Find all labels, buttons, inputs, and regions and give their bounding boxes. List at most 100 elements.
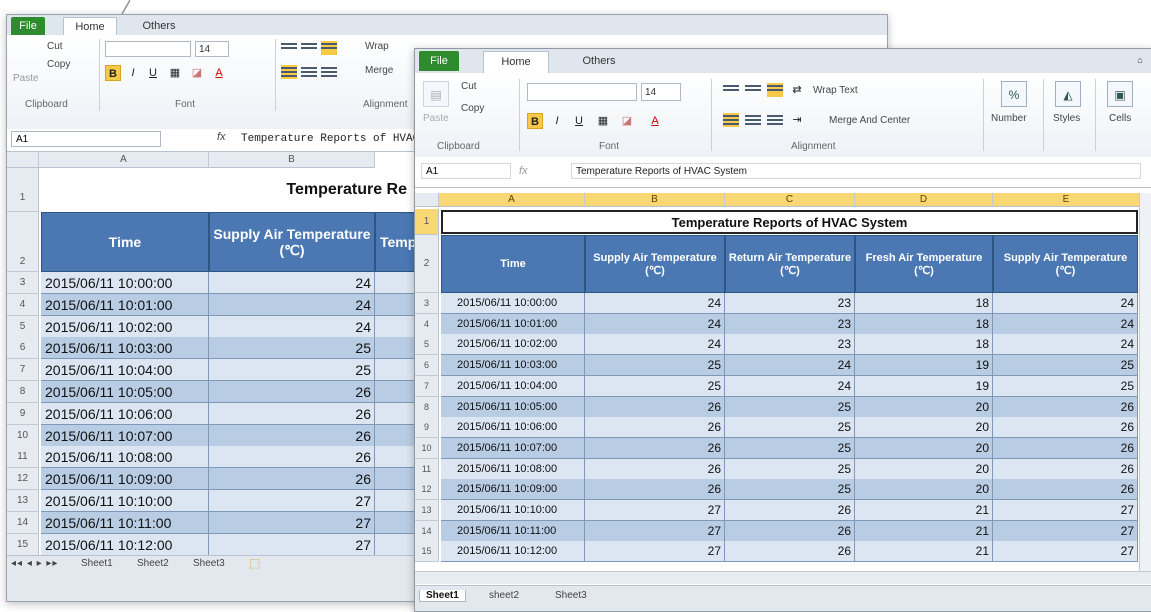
row-header[interactable]: 10: [7, 424, 39, 447]
return-air-cell[interactable]: [375, 468, 415, 491]
fresh-air-cell[interactable]: 18: [855, 334, 993, 356]
supply-air-cell[interactable]: 26: [585, 437, 725, 459]
column-header-e[interactable]: E: [993, 193, 1140, 207]
supply-air-cell[interactable]: 25: [585, 375, 725, 397]
supply-air-2-cell[interactable]: 26: [993, 437, 1138, 459]
column-header-b[interactable]: B: [209, 152, 375, 168]
fresh-air-cell[interactable]: 18: [855, 313, 993, 335]
return-air-cell[interactable]: [375, 424, 415, 447]
new-sheet-icon[interactable]: ⬚: [249, 556, 260, 570]
italic-button[interactable]: I: [549, 113, 565, 129]
time-cell[interactable]: 2015/06/11 10:11:00: [41, 511, 209, 534]
copy-button[interactable]: Copy: [461, 103, 484, 114]
row-header[interactable]: 7: [415, 375, 439, 397]
sheet-tab-1[interactable]: Sheet1: [81, 558, 113, 569]
time-cell[interactable]: 2015/06/11 10:12:00: [441, 541, 585, 563]
align-middle-icon[interactable]: [745, 83, 761, 97]
row-header[interactable]: 8: [415, 396, 439, 418]
supply-air-2-cell[interactable]: 27: [993, 500, 1138, 521]
sheet-tab-3[interactable]: Sheet3: [555, 590, 587, 601]
row-header[interactable]: 2: [7, 212, 39, 272]
align-left-icon[interactable]: [723, 113, 739, 127]
return-air-cell[interactable]: [375, 533, 415, 556]
supply-air-cell[interactable]: 27: [209, 533, 375, 556]
return-air-cell[interactable]: [375, 315, 415, 338]
select-all-corner[interactable]: [7, 152, 39, 168]
supply-air-cell[interactable]: 27: [585, 541, 725, 563]
fill-color-icon[interactable]: ◪: [189, 65, 205, 81]
row-header[interactable]: 11: [7, 446, 39, 469]
bold-button[interactable]: B: [105, 65, 121, 81]
return-air-cell[interactable]: [375, 490, 415, 512]
return-air-cell[interactable]: 24: [725, 375, 855, 397]
return-air-cell[interactable]: [375, 402, 415, 425]
supply-air-cell[interactable]: 26: [585, 479, 725, 501]
return-air-cell[interactable]: 25: [725, 417, 855, 439]
paste-button[interactable]: Paste: [423, 113, 449, 124]
fresh-air-cell[interactable]: 20: [855, 458, 993, 480]
supply-air-cell[interactable]: 27: [585, 500, 725, 521]
row-header[interactable]: 14: [415, 520, 439, 542]
tab-home[interactable]: Home: [63, 17, 117, 36]
return-air-cell[interactable]: [375, 337, 415, 360]
sheet-tab-1[interactable]: Sheet1: [419, 590, 466, 602]
time-cell[interactable]: 2015/06/11 10:10:00: [441, 500, 585, 521]
time-cell[interactable]: 2015/06/11 10:06:00: [441, 417, 585, 439]
wrap-text-button[interactable]: Wrap: [365, 41, 389, 52]
time-cell[interactable]: 2015/06/11 10:05:00: [441, 396, 585, 418]
styles-button[interactable]: Styles: [1053, 113, 1080, 124]
row-header[interactable]: 1: [415, 209, 439, 235]
time-cell[interactable]: 2015/06/11 10:08:00: [41, 446, 209, 469]
supply-air-2-cell[interactable]: 25: [993, 375, 1138, 397]
fresh-air-cell[interactable]: 20: [855, 479, 993, 501]
return-air-cell[interactable]: 25: [725, 479, 855, 501]
return-air-cell[interactable]: [375, 272, 415, 294]
supply-air-cell[interactable]: 24: [585, 313, 725, 335]
paste-button[interactable]: Paste: [13, 73, 39, 84]
border-icon[interactable]: ▦: [167, 65, 183, 81]
supply-air-2-cell[interactable]: 27: [993, 541, 1138, 563]
row-header[interactable]: 3: [415, 293, 439, 314]
row-header[interactable]: 15: [415, 541, 439, 563]
fresh-air-cell[interactable]: 20: [855, 437, 993, 459]
row-header[interactable]: 7: [7, 359, 39, 382]
number-format-icon[interactable]: %: [1001, 81, 1027, 107]
supply-air-cell[interactable]: 27: [209, 511, 375, 534]
font-size-box[interactable]: 14: [195, 41, 229, 57]
supply-air-cell[interactable]: 26: [209, 424, 375, 447]
time-cell[interactable]: 2015/06/11 10:12:00: [41, 533, 209, 556]
supply-air-cell[interactable]: 26: [585, 396, 725, 418]
supply-air-cell[interactable]: 24: [209, 272, 375, 294]
cells-icon[interactable]: ▣: [1107, 81, 1133, 107]
vertical-scrollbar[interactable]: [1139, 193, 1151, 571]
tab-others[interactable]: Others: [567, 51, 631, 72]
sheet-tab-2[interactable]: Sheet2: [137, 558, 169, 569]
row-header[interactable]: 6: [415, 355, 439, 377]
row-header[interactable]: 15: [7, 533, 39, 556]
column-header-d[interactable]: D: [855, 193, 993, 207]
column-header-a[interactable]: A: [39, 152, 209, 168]
return-air-cell[interactable]: [375, 293, 415, 316]
select-all-corner[interactable]: [415, 193, 439, 207]
function-icon[interactable]: fx: [217, 131, 226, 143]
time-cell[interactable]: 2015/06/11 10:04:00: [41, 359, 209, 382]
merge-center-button[interactable]: Merge: [365, 65, 393, 76]
row-header[interactable]: 2: [415, 235, 439, 293]
supply-air-cell[interactable]: 25: [209, 359, 375, 382]
name-box[interactable]: A1: [11, 131, 161, 147]
styles-icon[interactable]: ◭: [1055, 81, 1081, 107]
time-cell[interactable]: 2015/06/11 10:00:00: [41, 272, 209, 294]
time-cell[interactable]: 2015/06/11 10:07:00: [441, 437, 585, 459]
align-middle-icon[interactable]: [301, 41, 317, 55]
tab-file[interactable]: File: [419, 51, 459, 71]
font-name-box[interactable]: [527, 83, 637, 101]
fill-color-icon[interactable]: ◪: [619, 113, 635, 129]
supply-air-cell[interactable]: 27: [585, 520, 725, 542]
time-cell[interactable]: 2015/06/11 10:09:00: [441, 479, 585, 501]
supply-air-2-cell[interactable]: 24: [993, 334, 1138, 356]
italic-button[interactable]: I: [125, 65, 141, 81]
row-header[interactable]: 6: [7, 337, 39, 360]
name-box[interactable]: A1: [421, 163, 511, 179]
time-cell[interactable]: 2015/06/11 10:06:00: [41, 402, 209, 425]
supply-air-cell[interactable]: 25: [209, 337, 375, 360]
